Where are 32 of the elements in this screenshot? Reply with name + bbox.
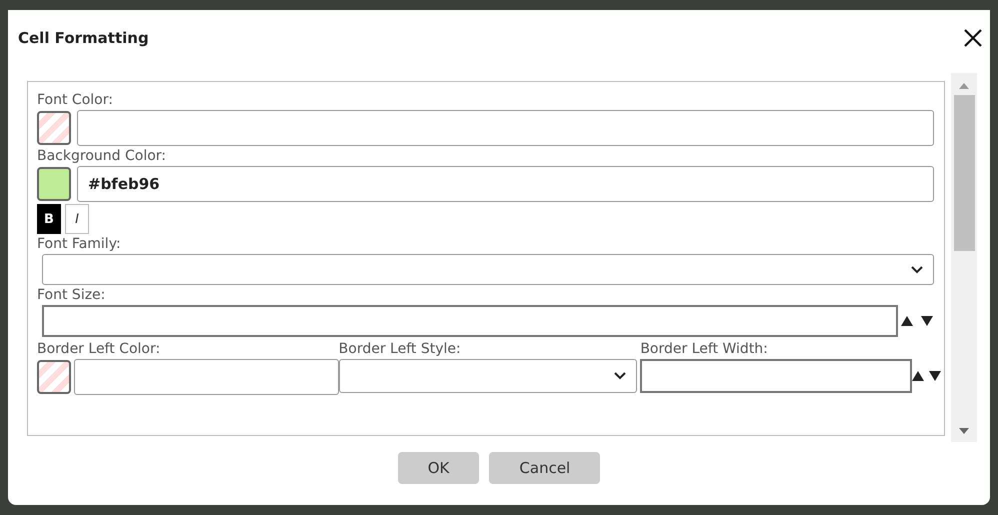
color-input-field[interactable] <box>74 359 339 395</box>
dialog-button[interactable]: Cancel <box>489 452 600 484</box>
scroll-down-icon[interactable] <box>959 428 969 434</box>
scroll-up-icon[interactable] <box>959 83 969 89</box>
chevron-down-icon <box>614 372 626 380</box>
field-label: Font Family: <box>37 235 122 254</box>
dialog-title: Cell Formatting <box>18 29 149 47</box>
field-label: Background Color: <box>37 147 167 166</box>
color-swatch[interactable] <box>37 167 71 201</box>
number-input-field[interactable] <box>42 305 898 337</box>
dropdown[interactable] <box>338 359 638 393</box>
format-toggle-button[interactable]: I <box>65 204 89 234</box>
close-icon[interactable] <box>963 28 983 48</box>
dropdown[interactable] <box>42 254 934 285</box>
color-input-field[interactable] <box>77 110 934 146</box>
dialog-button[interactable]: OK <box>398 452 480 484</box>
chevron-down-icon <box>911 266 923 274</box>
color-input-field[interactable]: #bfeb96 <box>77 166 934 202</box>
field-label: Border Left Style: <box>338 340 462 359</box>
empty-color-swatch[interactable] <box>37 360 71 394</box>
field-label: Font Size: <box>37 286 106 305</box>
increment-icon[interactable] <box>910 370 925 382</box>
format-toggle-button[interactable]: B <box>37 204 61 234</box>
field-label: Border Left Color: <box>37 340 162 359</box>
decrement-icon[interactable] <box>920 315 934 327</box>
number-input-field[interactable] <box>640 359 912 393</box>
field-label: Border Left Width: <box>640 340 769 359</box>
empty-color-swatch[interactable] <box>37 111 71 145</box>
scrollbar[interactable] <box>951 73 977 442</box>
field-label: Font Color: <box>37 91 114 110</box>
decrement-icon[interactable] <box>928 370 942 382</box>
increment-icon[interactable] <box>900 315 914 327</box>
